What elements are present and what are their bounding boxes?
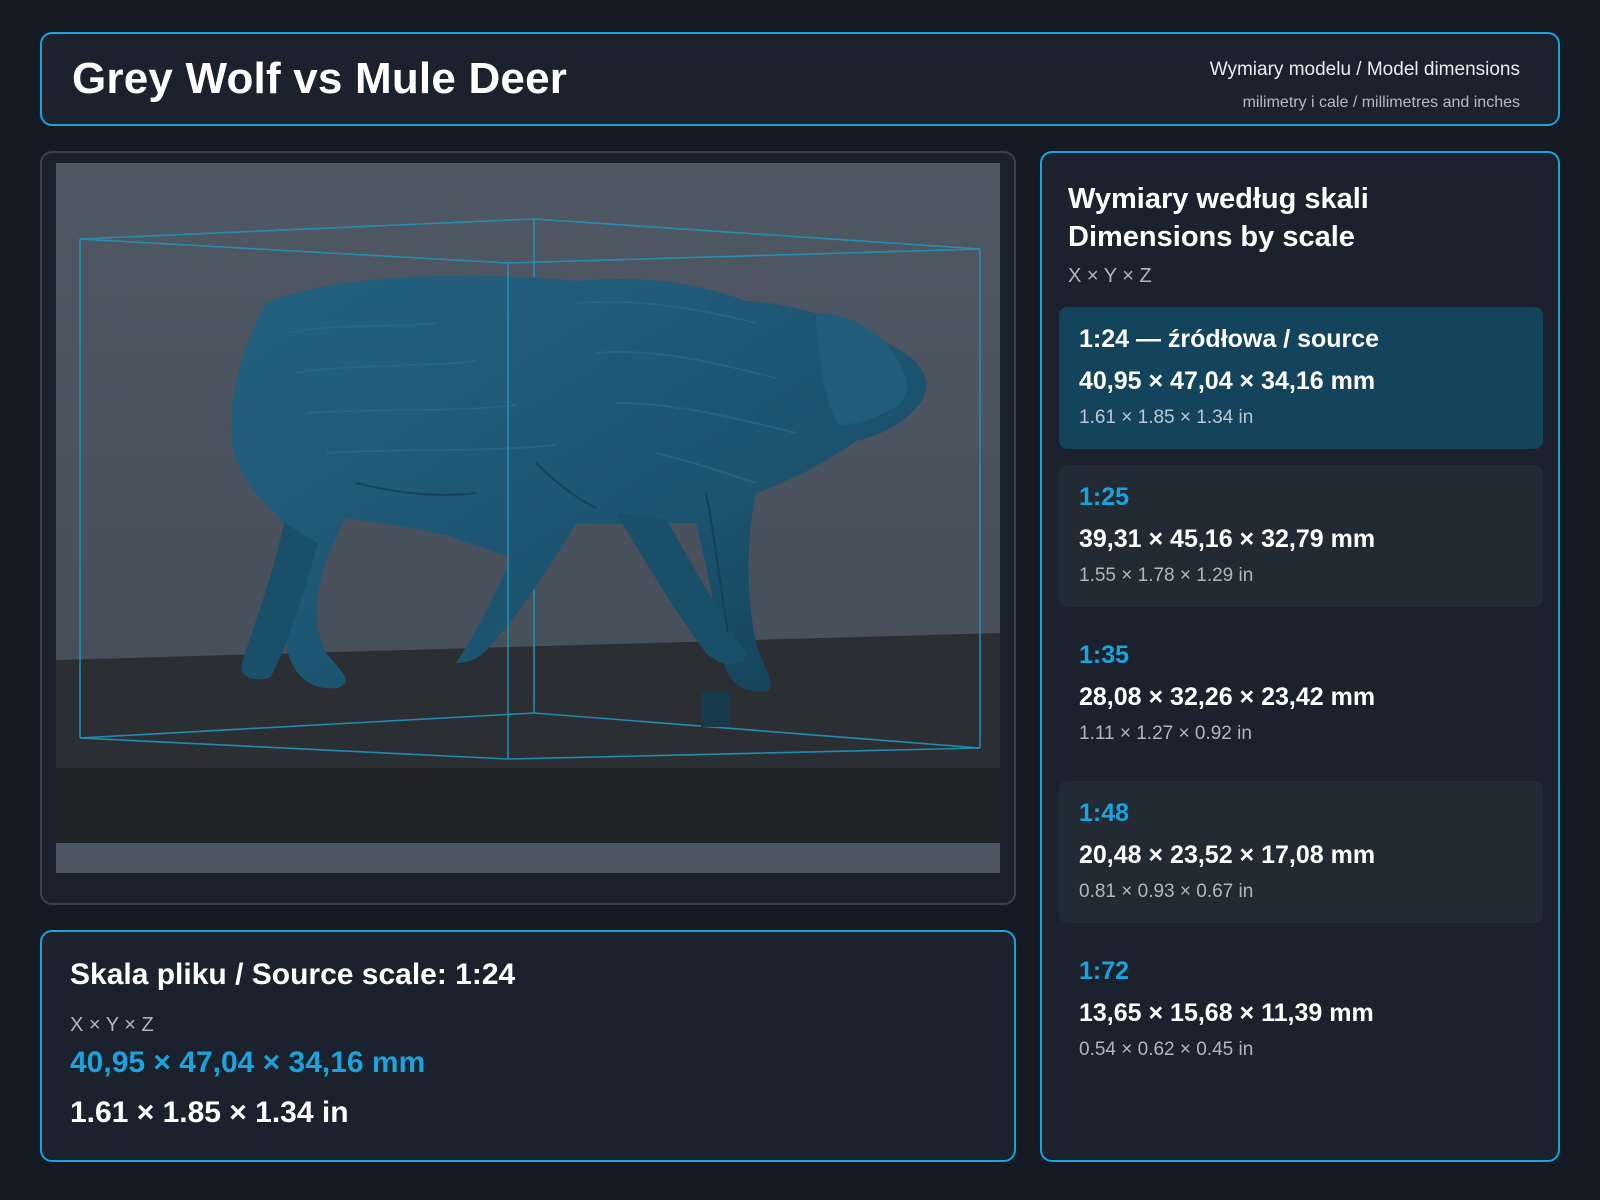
scale-dimensions-mm: 39,31 × 45,16 × 32,79 mm: [1079, 525, 1376, 553]
source-axes-label: X × Y × Z: [70, 1014, 154, 1036]
scales-title-en: Dimensions by scale: [1068, 221, 1355, 253]
scale-card-1-48[interactable]: 1:48 20,48 × 23,52 × 17,08 mm 0.81 × 0.9…: [1059, 781, 1543, 923]
header-bar: Grey Wolf vs Mule Deer Wymiary modelu / …: [40, 32, 1560, 126]
scale-dimensions-mm: 40,95 × 47,04 × 34,16 mm: [1079, 367, 1376, 395]
scale-card-1-24[interactable]: 1:24 — źródłowa / source 40,95 × 47,04 ×…: [1059, 307, 1543, 449]
model-viewer: [40, 151, 1016, 905]
scale-dimensions-in: 0.54 × 0.62 × 0.45 in: [1079, 1039, 1254, 1060]
scale-label: 1:25: [1079, 483, 1130, 511]
scale-dimensions-mm: 13,65 × 15,68 × 11,39 mm: [1079, 999, 1374, 1027]
scale-dimensions-in: 1.61 × 1.85 × 1.34 in: [1079, 407, 1254, 428]
scale-label: 1:48: [1079, 799, 1130, 827]
model-viewport[interactable]: [56, 163, 1000, 873]
scale-dimensions-in: 1.11 × 1.27 × 0.92 in: [1079, 723, 1252, 744]
scales-panel: Wymiary według skali Dimensions by scale…: [1040, 151, 1560, 1162]
source-dimensions-in: 1.61 × 1.85 × 1.34 in: [70, 1096, 349, 1129]
scales-panel-title: Wymiary według skali Dimensions by scale: [1068, 180, 1369, 256]
scale-card-1-72[interactable]: 1:72 13,65 × 15,68 × 11,39 mm 0.54 × 0.6…: [1059, 939, 1543, 1081]
header-subtitle: Wymiary modelu / Model dimensions: [1209, 59, 1520, 80]
scale-dimensions-in: 0.81 × 0.93 × 0.67 in: [1079, 881, 1254, 902]
source-scale-title: Skala pliku / Source scale: 1:24: [70, 958, 516, 991]
scale-dimensions-mm: 28,08 × 32,26 × 23,42 mm: [1079, 683, 1376, 711]
scale-label: 1:72: [1079, 957, 1130, 985]
scale-card-1-35[interactable]: 1:35 28,08 × 32,26 × 23,42 mm 1.11 × 1.2…: [1059, 623, 1543, 765]
viewport-canvas: [56, 163, 1000, 873]
scale-dimensions-mm: 20,48 × 23,52 × 17,08 mm: [1079, 841, 1376, 869]
header-units-note: milimetry i cale / millimetres and inche…: [1242, 94, 1520, 111]
scale-card-1-25[interactable]: 1:25 39,31 × 45,16 × 32,79 mm 1.55 × 1.7…: [1059, 465, 1543, 607]
page-title: Grey Wolf vs Mule Deer: [72, 54, 568, 103]
scales-axes-label: X × Y × Z: [1068, 265, 1152, 287]
source-dimensions-mm: 40,95 × 47,04 × 34,16 mm: [70, 1046, 426, 1079]
scales-title-pl: Wymiary według skali: [1068, 183, 1369, 215]
source-scale-panel: Skala pliku / Source scale: 1:24 X × Y ×…: [40, 930, 1016, 1162]
scale-label: 1:35: [1079, 641, 1130, 669]
scale-label: 1:24 — źródłowa / source: [1079, 325, 1380, 353]
scale-dimensions-in: 1.55 × 1.78 × 1.29 in: [1079, 565, 1254, 586]
